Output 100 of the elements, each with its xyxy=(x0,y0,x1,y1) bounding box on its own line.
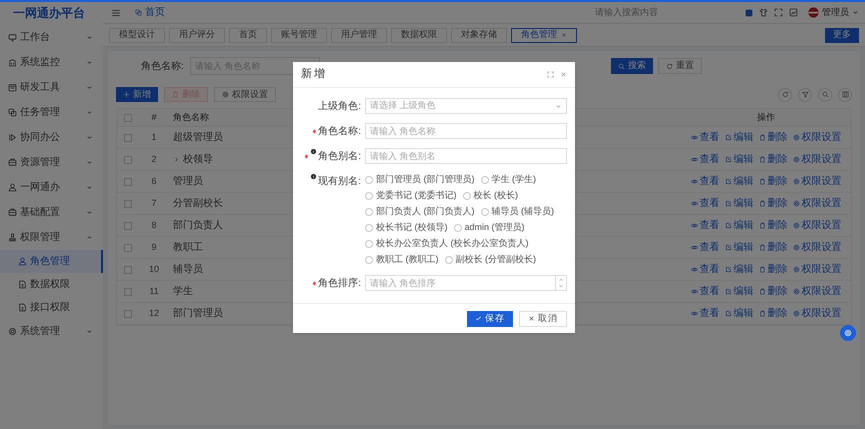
radio-option[interactable]: 副校长 (分管副校长) xyxy=(444,253,536,266)
sidebar-subitem[interactable]: 接口权限 xyxy=(0,296,103,319)
table-cell-text: 分管副校长 xyxy=(173,196,223,211)
delete-link[interactable]: 删除 xyxy=(758,196,788,211)
radio-option[interactable]: admin (管理员) xyxy=(454,221,525,234)
sidebar-item[interactable]: 系统监控 xyxy=(0,50,103,75)
view-link[interactable]: 查看 xyxy=(690,262,720,277)
radio-option[interactable]: 部门管理员 (部门管理员) xyxy=(365,173,474,186)
tab[interactable]: 对象存储 xyxy=(451,28,507,42)
radio-option[interactable]: 校长办公室负责人 (校长办公室负责人) xyxy=(365,237,528,250)
sidebar-item[interactable]: 工作台 xyxy=(0,25,103,50)
view-link[interactable]: 查看 xyxy=(690,240,720,255)
select-field[interactable]: 请选择 上级角色 xyxy=(365,98,567,114)
permission-link[interactable]: 权限设置 xyxy=(792,240,842,255)
delete-link[interactable]: 删除 xyxy=(758,284,788,299)
permission-link[interactable]: 权限设置 xyxy=(792,218,842,233)
delete-link[interactable]: 删除 xyxy=(758,306,788,321)
number-field[interactable]: 请输入 角色排序 xyxy=(365,275,556,291)
tab[interactable]: 角色管理 xyxy=(511,28,577,42)
tab[interactable]: 账号管理 xyxy=(271,28,327,42)
table-cell-text: 10 xyxy=(148,262,160,276)
radio-option[interactable]: 教职工 (教职工) xyxy=(365,253,438,266)
table-cell-text: 管理员 xyxy=(173,175,203,189)
radio-option[interactable]: 部门负责人 (部门负责人) xyxy=(365,205,474,218)
table-cell-text: 校领导 xyxy=(183,152,213,167)
edit-link[interactable]: 编辑 xyxy=(724,240,754,255)
edit-link[interactable]: 编辑 xyxy=(724,306,754,321)
edit-link[interactable]: 编辑 xyxy=(724,262,754,277)
permission-link[interactable]: 权限设置 xyxy=(792,174,842,189)
radio-option[interactable]: 校长书记 (校领导) xyxy=(365,221,448,234)
tab[interactable]: 用户管理 xyxy=(331,28,387,42)
radio-option[interactable]: 学生 (学生) xyxy=(480,173,536,186)
view-link[interactable]: 查看 xyxy=(690,174,720,189)
view-link[interactable]: 查看 xyxy=(690,196,720,211)
table-cell-text: 7 xyxy=(150,196,158,210)
search-button[interactable]: 搜索 xyxy=(611,58,653,74)
radio-option[interactable]: 校长 (校长) xyxy=(462,189,518,202)
sidebar-item[interactable]: 基础配置 xyxy=(0,200,103,225)
cancel-button[interactable]: 取消 xyxy=(519,310,567,326)
delete-link[interactable]: 删除 xyxy=(758,218,788,233)
input-field[interactable]: 请输入 角色名称 xyxy=(365,123,567,139)
view-link[interactable]: 查看 xyxy=(690,218,720,233)
sidebar-subitem[interactable]: 数据权限 xyxy=(0,273,103,296)
edit-link[interactable]: 编辑 xyxy=(724,130,754,145)
delete-link[interactable]: 删除 xyxy=(758,240,788,255)
table-cell-text: 教职工 xyxy=(173,241,203,255)
edit-link[interactable]: 编辑 xyxy=(724,284,754,299)
sidebar-item[interactable]: 任务管理 xyxy=(0,100,103,125)
tab[interactable]: 数据权限 xyxy=(391,28,447,42)
delete-link[interactable]: 删除 xyxy=(758,130,788,145)
table-cell-text: 11 xyxy=(148,284,160,298)
table-cell-text: 部门管理员 xyxy=(173,306,223,321)
permission-link[interactable]: 权限设置 xyxy=(792,152,842,167)
permission-link[interactable]: 权限设置 xyxy=(792,130,842,145)
more-button[interactable]: 更多 xyxy=(825,28,859,42)
view-link[interactable]: 查看 xyxy=(690,130,720,145)
tab[interactable]: 模型设计 xyxy=(109,28,165,42)
permission-link[interactable]: 权限设置 xyxy=(792,196,842,211)
delete-link[interactable]: 删除 xyxy=(758,174,788,189)
user-menu[interactable]: 管理员 xyxy=(808,6,859,20)
field-label: 现有别名: xyxy=(318,174,361,188)
sidebar-item[interactable]: 资源管理 xyxy=(0,150,103,175)
permission-link[interactable]: 权限设置 xyxy=(792,262,842,277)
input-field[interactable]: 请输入 角色别名 xyxy=(365,148,567,164)
field-label: 角色排序: xyxy=(318,276,361,290)
app-logo: 一网通办平台 xyxy=(12,5,86,22)
delete-link[interactable]: 删除 xyxy=(758,262,788,277)
sidebar-item[interactable]: 权限管理 xyxy=(0,225,103,250)
sidebar-item[interactable]: 系统管理 xyxy=(0,319,103,344)
table-cell-text: 12 xyxy=(148,306,160,320)
search-field[interactable]: 请输入搜索内容 xyxy=(595,6,705,20)
table-cell-text: 辅导员 xyxy=(173,263,203,277)
sidebar-item[interactable]: 一网通办 xyxy=(0,175,103,200)
add-button[interactable]: 新增 xyxy=(116,87,158,102)
permission-button[interactable]: 权限设置 xyxy=(214,87,276,102)
tab[interactable]: 用户评分 xyxy=(169,28,225,42)
column-header: 角色名称 xyxy=(172,110,210,124)
sidebar-subitem[interactable]: 角色管理 xyxy=(0,250,103,273)
permission-link[interactable]: 权限设置 xyxy=(792,306,842,321)
breadcrumb-link[interactable]: 首页 xyxy=(135,5,165,20)
table-cell-text: 部门负责人 xyxy=(173,218,223,233)
table-cell-text: 8 xyxy=(150,218,158,232)
edit-link[interactable]: 编辑 xyxy=(724,152,754,167)
edit-link[interactable]: 编辑 xyxy=(724,196,754,211)
save-button[interactable]: 保存 xyxy=(467,310,513,326)
tab[interactable]: 首页 xyxy=(229,28,267,42)
reset-button[interactable]: 重置 xyxy=(658,58,702,74)
sidebar-item[interactable]: 研发工具 xyxy=(0,75,103,100)
radio-option[interactable]: 辅导员 (辅导员) xyxy=(480,205,554,218)
sidebar-item[interactable]: 协同办公 xyxy=(0,125,103,150)
edit-link[interactable]: 编辑 xyxy=(724,174,754,189)
field-label: 上级角色: xyxy=(318,100,361,114)
table-cell-text: 2 xyxy=(150,152,158,166)
view-link[interactable]: 查看 xyxy=(690,284,720,299)
delete-link[interactable]: 删除 xyxy=(758,152,788,167)
edit-link[interactable]: 编辑 xyxy=(724,218,754,233)
radio-option[interactable]: 党委书记 (党委书记) xyxy=(365,189,456,202)
view-link[interactable]: 查看 xyxy=(690,306,720,321)
permission-link[interactable]: 权限设置 xyxy=(792,284,842,299)
view-link[interactable]: 查看 xyxy=(690,152,720,167)
